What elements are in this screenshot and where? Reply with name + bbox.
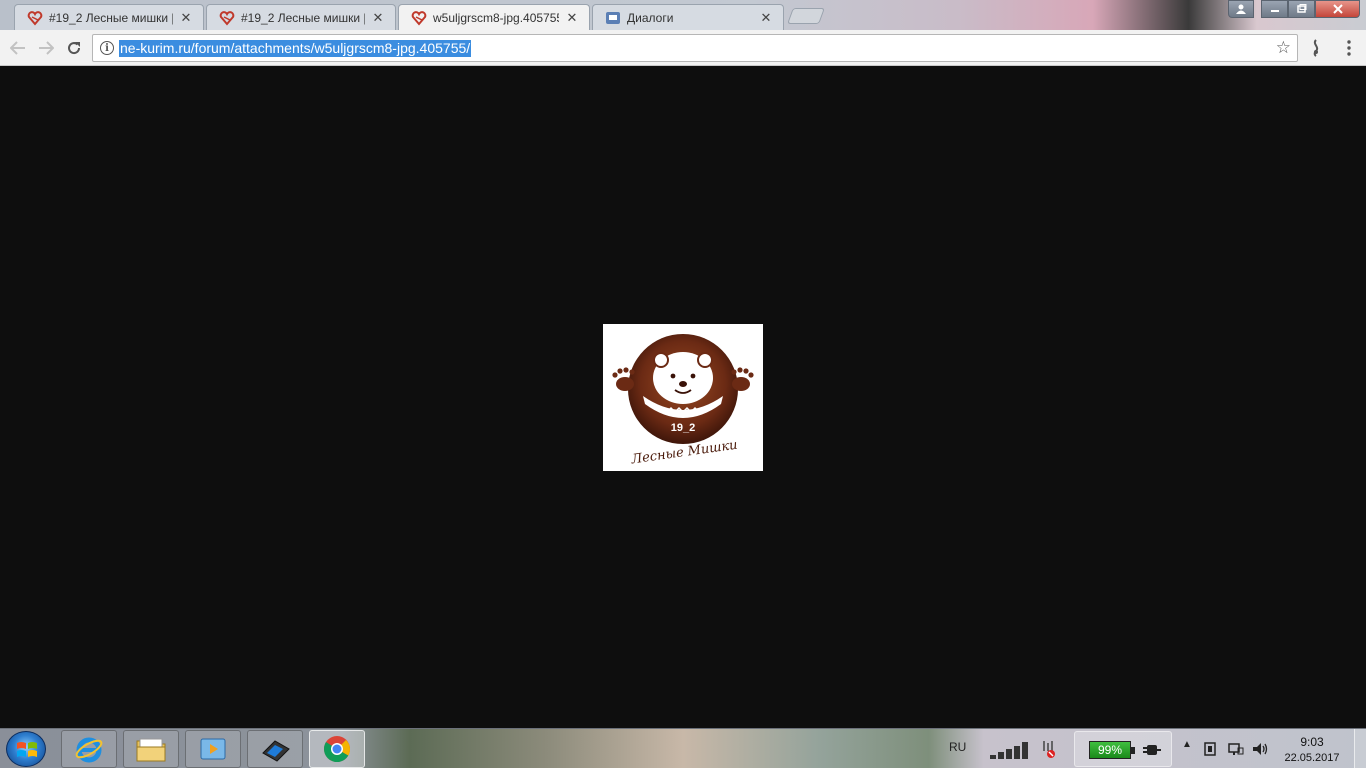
minimize-icon[interactable] — [1261, 0, 1288, 18]
back-icon[interactable] — [7, 37, 29, 59]
tab-attachment-active[interactable]: w5uljgrscm8-jpg.405755 ✕ — [398, 4, 590, 30]
forward-icon[interactable] — [35, 37, 57, 59]
logo-number: 19_2 — [671, 422, 695, 434]
tab-label: Диалоги — [627, 10, 674, 25]
file-explorer-icon[interactable] — [123, 730, 179, 768]
forum-heart-icon — [27, 10, 43, 26]
forum-heart-icon — [411, 10, 427, 26]
maximize-icon[interactable] — [1288, 0, 1315, 18]
windows-taskbar: RU 99% ▲ 9:03 22.05.2017 — [0, 728, 1366, 768]
media-player-icon[interactable] — [185, 730, 241, 768]
show-hidden-icons-icon[interactable]: ▲ — [1182, 739, 1192, 750]
network-app-icon[interactable] — [247, 730, 303, 768]
language-indicator[interactable]: RU — [949, 740, 966, 754]
tab-forum-2[interactable]: #19_2 Лесные мишки | С ✕ — [206, 4, 396, 30]
start-button[interactable] — [6, 731, 46, 767]
clock-date: 22.05.2017 — [1284, 752, 1340, 764]
tab-forum-1[interactable]: #19_2 Лесные мишки | С ✕ — [14, 4, 204, 30]
close-tab-icon[interactable]: ✕ — [759, 10, 773, 26]
internet-explorer-icon[interactable] — [61, 730, 117, 768]
forest-bears-logo: 19_2 Лесные Мишки — [612, 334, 754, 468]
tab-label: #19_2 Лесные мишки | С — [49, 10, 173, 25]
new-tab-button[interactable] — [787, 8, 825, 24]
device-icon[interactable] — [1203, 741, 1217, 757]
mobile-signal-icon[interactable] — [990, 741, 1032, 759]
close-icon[interactable] — [1315, 0, 1360, 18]
tab-dialogs[interactable]: Диалоги ✕ — [592, 4, 784, 30]
user-profile-button[interactable] — [1228, 0, 1254, 18]
windows-logo-icon — [17, 742, 37, 757]
show-desktop-button[interactable] — [1354, 729, 1366, 768]
bookmark-star-icon[interactable]: ☆ — [1276, 38, 1291, 58]
forum-heart-icon — [219, 10, 235, 26]
site-info-icon[interactable]: i — [100, 41, 114, 55]
extension-icon[interactable] — [1305, 37, 1327, 59]
browser-title-bar: #19_2 Лесные мишки | С ✕ #19_2 Лесные ми… — [0, 0, 1366, 30]
close-tab-icon[interactable]: ✕ — [371, 10, 385, 26]
system-clock[interactable]: 9:03 22.05.2017 — [1282, 734, 1342, 766]
image-viewer: 19_2 Лесные Мишки — [0, 66, 1366, 728]
battery-widget[interactable]: 99% — [1074, 731, 1172, 767]
volume-icon[interactable] — [1252, 741, 1268, 757]
network-icon[interactable] — [1228, 741, 1244, 757]
chat-bubble-icon — [606, 11, 620, 24]
user-icon[interactable] — [1228, 0, 1254, 18]
clock-time: 9:03 — [1300, 735, 1324, 749]
battery-level: 99% — [1089, 741, 1135, 759]
attachment-image[interactable]: 19_2 Лесные Мишки — [603, 324, 763, 471]
close-tab-icon[interactable]: ✕ — [565, 10, 579, 26]
address-bar[interactable]: i ne-kurim.ru/forum/attachments/w5uljgrs… — [92, 34, 1298, 62]
tab-label: w5uljgrscm8-jpg.405755 — [433, 10, 559, 25]
power-plug-icon — [1143, 745, 1161, 755]
close-tab-icon[interactable]: ✕ — [179, 10, 193, 26]
chrome-icon[interactable] — [309, 730, 365, 768]
network-disconnected-icon[interactable] — [1040, 739, 1056, 759]
url-text[interactable]: ne-kurim.ru/forum/attachments/w5uljgrscm… — [119, 40, 472, 57]
menu-icon[interactable] — [1338, 37, 1360, 59]
browser-toolbar: i ne-kurim.ru/forum/attachments/w5uljgrs… — [0, 30, 1366, 66]
tab-label: #19_2 Лесные мишки | С — [241, 10, 365, 25]
window-controls — [1261, 0, 1360, 18]
reload-icon[interactable] — [63, 37, 85, 59]
